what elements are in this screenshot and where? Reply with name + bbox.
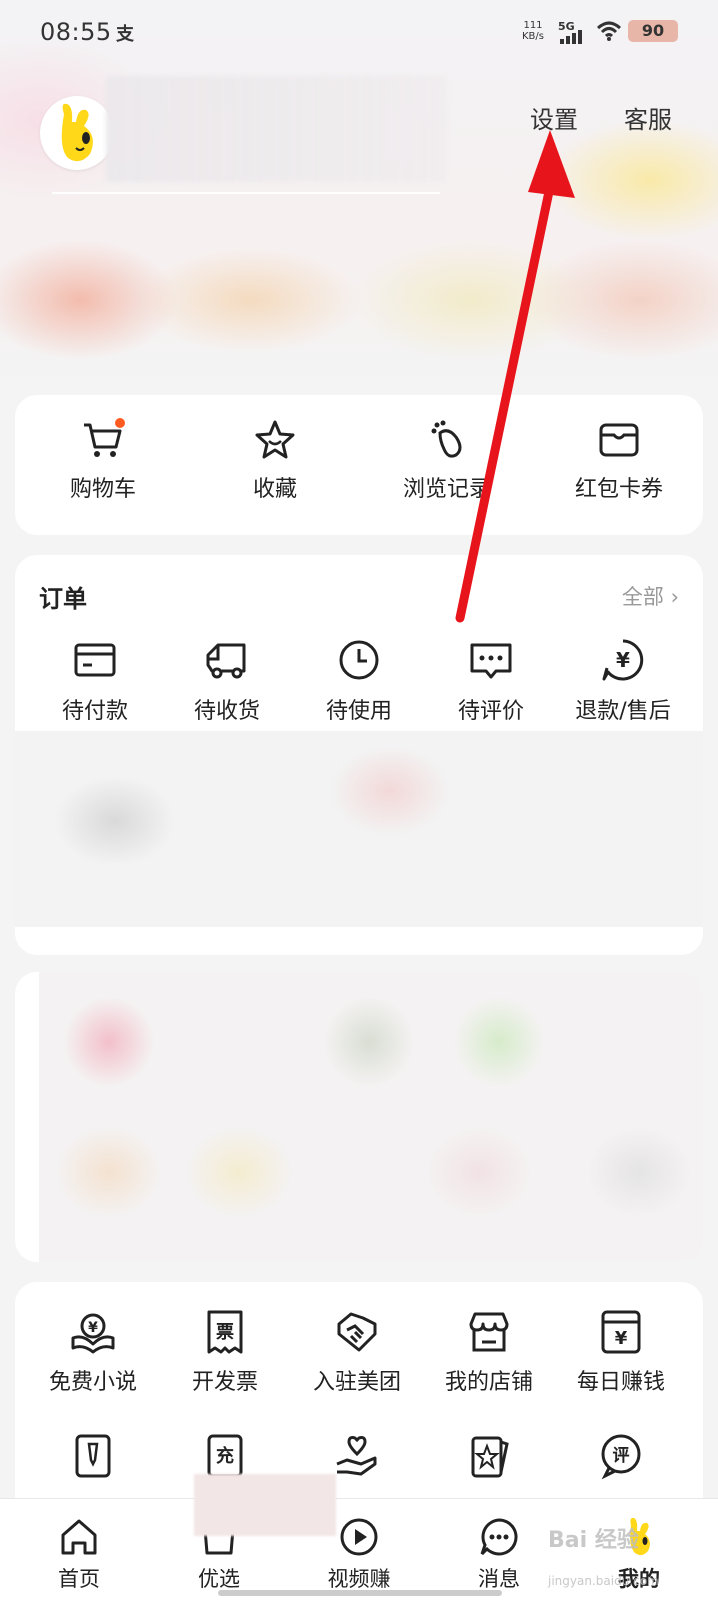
- store-icon: [469, 1312, 509, 1352]
- svg-text:票: 票: [216, 1322, 234, 1343]
- wallet-icon: [599, 423, 639, 457]
- orders-all-link[interactable]: 全部 ›: [622, 581, 679, 611]
- orders-recommendation-blurred: [15, 731, 703, 927]
- overlay-blur-patch: [194, 1474, 336, 1536]
- clock-icon: [339, 640, 379, 680]
- play-icon: [340, 1518, 378, 1556]
- tool-row2-cards[interactable]: [423, 1432, 555, 1480]
- svg-text:¥: ¥: [616, 648, 630, 672]
- tool-free-novel[interactable]: ¥ 免费小说: [27, 1308, 159, 1396]
- watermark-subtext: jingyan.baidu.com: [548, 1574, 659, 1588]
- handshake-icon: [337, 1312, 377, 1352]
- status-bar: 08:55 支 111 KB/s 5G 90: [0, 0, 718, 64]
- cards-icon: [471, 1436, 509, 1478]
- avatar[interactable]: [40, 96, 114, 170]
- nav-messages-label: 消息: [478, 1567, 520, 1591]
- order-pending-delivery-label: 待收货: [193, 699, 260, 724]
- tool-row2-review[interactable]: 评: [555, 1432, 687, 1480]
- recharge-icon: 充: [207, 1434, 243, 1478]
- tool-row2-charity[interactable]: [291, 1432, 423, 1480]
- orders-card: 订单 全部 › 待付款 待收货 待使用 待评价 ¥ 退款/售后: [15, 555, 703, 955]
- tool-daily-earn-label: 每日赚钱: [576, 1370, 665, 1395]
- battery-indicator: 90: [628, 20, 678, 42]
- nav-home[interactable]: 首页: [24, 1515, 134, 1593]
- nav-video-label: 视频赚: [327, 1567, 391, 1591]
- network-speed: 111 KB/s: [522, 20, 544, 42]
- phone-card-icon: [75, 1434, 111, 1478]
- settings-button[interactable]: 设置: [530, 100, 578, 135]
- book-icon: ¥: [71, 1313, 115, 1354]
- order-pending-use-label: 待使用: [325, 699, 392, 724]
- order-refund[interactable]: ¥ 退款/售后: [557, 637, 689, 725]
- order-pending-use[interactable]: 待使用: [293, 637, 425, 725]
- services-card-blurred: [15, 972, 703, 1262]
- order-pending-delivery[interactable]: 待收货: [161, 637, 293, 725]
- history-label: 浏览记录: [402, 477, 491, 502]
- tool-join-meituan[interactable]: 入驻美团: [291, 1308, 423, 1396]
- tool-my-store[interactable]: 我的店铺: [423, 1308, 555, 1396]
- tool-my-store-label: 我的店铺: [444, 1370, 533, 1395]
- home-indicator[interactable]: [218, 1590, 502, 1596]
- favorites-label: 收藏: [252, 477, 297, 502]
- svg-text:评: 评: [613, 1446, 630, 1466]
- username-blurred[interactable]: [106, 76, 446, 182]
- heart-hand-icon: [336, 1436, 377, 1476]
- history-button[interactable]: 浏览记录: [359, 417, 535, 503]
- tool-daily-earn[interactable]: ¥ 每日赚钱: [555, 1308, 687, 1396]
- card-icon: [74, 643, 116, 677]
- truck-icon: [206, 643, 246, 679]
- tool-row2-recharge[interactable]: 充: [159, 1432, 291, 1480]
- cart-label: 购物车: [69, 477, 136, 502]
- footprint-icon: [431, 420, 462, 458]
- header-divider: [52, 192, 440, 194]
- svg-text:¥: ¥: [615, 1328, 628, 1349]
- order-pending-review[interactable]: 待评价: [425, 637, 557, 725]
- order-pending-review-label: 待评价: [457, 699, 524, 724]
- nav-youxuan-label: 优选: [198, 1567, 240, 1591]
- home-icon: [61, 1519, 97, 1555]
- customer-service-button[interactable]: 客服: [624, 100, 672, 135]
- alipay-notification-icon: 支: [116, 24, 134, 45]
- tool-invoice[interactable]: 票 开发票: [159, 1308, 291, 1396]
- signal-bars-icon: [560, 30, 582, 44]
- order-pending-payment[interactable]: 待付款: [29, 637, 161, 725]
- svg-text:充: 充: [216, 1445, 234, 1467]
- order-pending-payment-label: 待付款: [61, 699, 128, 724]
- wifi-icon: [596, 21, 622, 41]
- favorites-button[interactable]: 收藏: [187, 417, 363, 503]
- services-blur-area: [39, 972, 703, 1262]
- coupons-button[interactable]: 红包卡券: [531, 417, 707, 503]
- review-icon: 评: [601, 1434, 641, 1480]
- message-icon: [480, 1518, 518, 1556]
- orders-title: 订单: [39, 585, 87, 613]
- tool-join-meituan-label: 入驻美团: [312, 1370, 401, 1395]
- refund-icon: ¥: [602, 639, 644, 681]
- mascot-avatar-icon: [61, 103, 93, 162]
- coupons-label: 红包卡券: [574, 477, 663, 502]
- tool-free-novel-label: 免费小说: [48, 1370, 137, 1395]
- cart-button[interactable]: 购物车: [15, 417, 191, 503]
- tool-invoice-label: 开发票: [191, 1370, 258, 1395]
- tool-row2-item-1[interactable]: [27, 1432, 159, 1480]
- watermark-text: Bai 经验: [548, 1528, 639, 1553]
- quick-actions-card: 购物车 收藏 浏览记录 红包卡券: [15, 395, 703, 535]
- invoice-icon: 票: [207, 1310, 243, 1354]
- order-refund-label: 退款/售后: [575, 699, 671, 724]
- nav-messages[interactable]: 消息: [444, 1515, 554, 1593]
- svg-text:¥: ¥: [88, 1320, 98, 1336]
- status-time: 08:55: [40, 18, 112, 46]
- money-icon: ¥: [601, 1310, 641, 1354]
- comment-icon: [470, 643, 512, 679]
- nav-home-label: 首页: [58, 1567, 100, 1591]
- cart-icon: [84, 418, 125, 457]
- star-icon: [255, 420, 295, 459]
